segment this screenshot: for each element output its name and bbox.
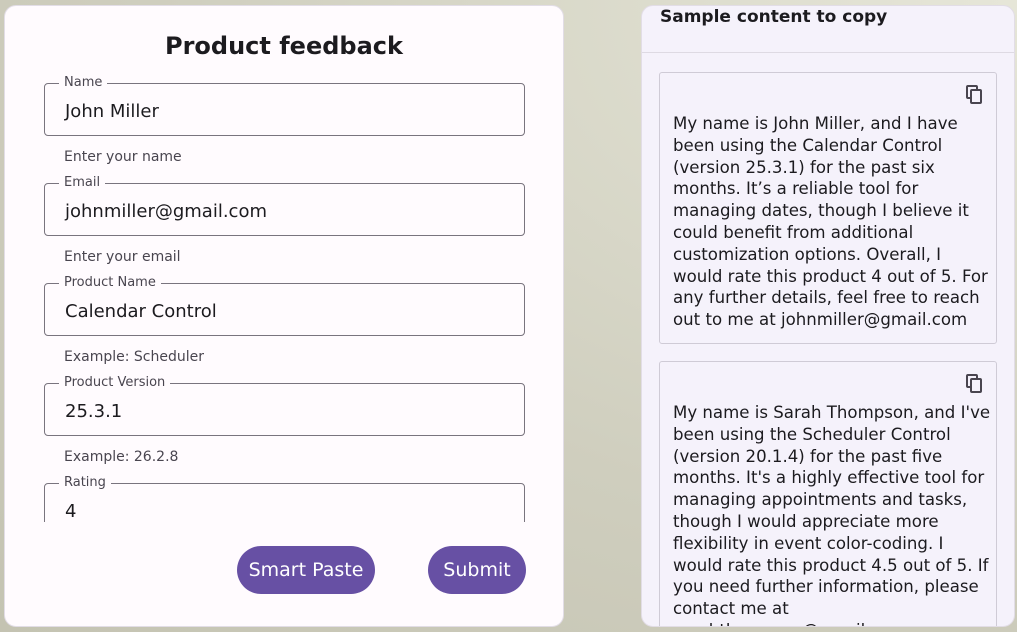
- email-field[interactable]: Email johnmiller@gmail.com: [44, 175, 525, 236]
- rating-input[interactable]: 4: [65, 501, 514, 522]
- name-field-label: Name: [59, 76, 108, 91]
- name-helper-text: Enter your name: [64, 149, 182, 165]
- product-name-field-label: Product Name: [59, 275, 161, 291]
- submit-button[interactable]: Submit: [428, 546, 526, 594]
- product-version-field-label: Product Version: [59, 375, 171, 391]
- product-version-input[interactable]: 25.3.1: [65, 401, 514, 423]
- form-scroll-area[interactable]: Name John Miller Enter your name Email j…: [5, 76, 563, 522]
- sample-content-panel: Sample content to copy My name is John M…: [641, 5, 1015, 627]
- product-name-helper-text: Example: Scheduler: [64, 349, 204, 365]
- copy-icon[interactable]: [966, 85, 984, 105]
- rating-field-label: Rating: [59, 475, 111, 491]
- product-version-field[interactable]: Product Version 25.3.1: [44, 375, 525, 436]
- name-input[interactable]: John Miller: [65, 101, 514, 123]
- smart-paste-button[interactable]: Smart Paste: [237, 546, 375, 594]
- sample-card: My name is Sarah Thompson, and I've been…: [659, 361, 997, 626]
- sample-text: My name is John Miller, and I have been …: [673, 114, 988, 330]
- sample-card: My name is John Miller, and I have been …: [659, 72, 997, 344]
- feedback-form-panel: Product feedback Name John Miller Enter …: [4, 5, 564, 627]
- product-name-field[interactable]: Product Name Calendar Control: [44, 275, 525, 336]
- email-input[interactable]: johnmiller@gmail.com: [65, 201, 514, 223]
- product-name-input[interactable]: Calendar Control: [65, 301, 514, 323]
- sample-content-title: Sample content to copy: [660, 7, 888, 27]
- name-field[interactable]: Name John Miller: [44, 76, 525, 136]
- copy-icon[interactable]: [966, 374, 984, 394]
- product-version-helper-text: Example: 26.2.8: [64, 449, 179, 465]
- sample-content-header: Sample content to copy: [642, 6, 1014, 53]
- email-field-label: Email: [59, 175, 106, 191]
- rating-field[interactable]: Rating 4: [44, 475, 525, 522]
- email-helper-text: Enter your email: [64, 249, 181, 265]
- sample-text: My name is Sarah Thompson, and I've been…: [673, 403, 991, 626]
- form-title: Product feedback: [165, 32, 403, 60]
